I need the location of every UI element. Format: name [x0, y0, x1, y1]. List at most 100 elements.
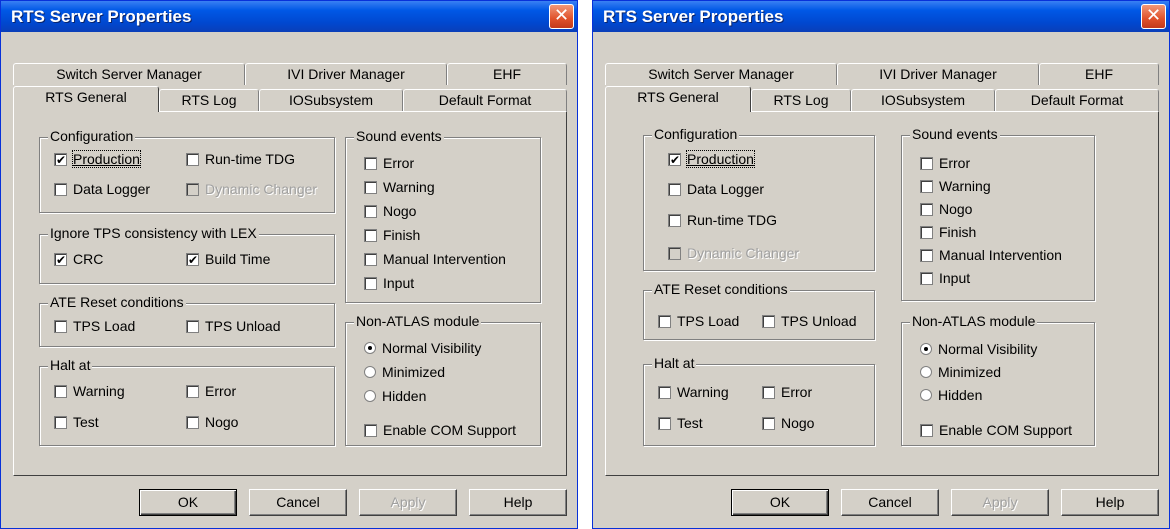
runtime-tdg-checkbox[interactable]: Run-time TDG [668, 211, 777, 229]
halt-test-checkbox[interactable]: Test [658, 414, 703, 432]
cancel-button[interactable]: Cancel [249, 489, 347, 516]
radio-selected-icon [364, 342, 376, 354]
checkbox-icon [658, 386, 671, 399]
sound-error-checkbox[interactable]: Error [920, 154, 970, 172]
tps-unload-checkbox[interactable]: TPS Unload [762, 312, 856, 330]
rts-server-properties-dialog-a: RTS Server Properties ✕ Switch Server Ma… [0, 0, 578, 529]
checkbox-icon [920, 424, 933, 437]
tab-rts-general[interactable]: RTS General [605, 86, 751, 112]
ate-reset-label: ATE Reset conditions [652, 281, 790, 297]
close-icon[interactable]: ✕ [549, 4, 574, 29]
title-bar[interactable]: RTS Server Properties ✕ [1, 1, 577, 32]
dialog-title: RTS Server Properties [603, 7, 784, 26]
halt-warning-checkbox[interactable]: Warning [658, 383, 729, 401]
sound-finish-checkbox[interactable]: Finish [364, 226, 420, 244]
sound-warning-checkbox[interactable]: Warning [920, 177, 991, 195]
dialog-title: RTS Server Properties [11, 7, 192, 26]
crc-checkbox[interactable]: CRC [54, 250, 103, 269]
tab-switch-server-manager[interactable]: Switch Server Manager [13, 63, 245, 85]
sound-error-checkbox[interactable]: Error [364, 154, 414, 172]
data-logger-checkbox[interactable]: Data Logger [54, 180, 150, 198]
tab-ehf[interactable]: EHF [1039, 63, 1159, 85]
help-button[interactable]: Help [469, 489, 567, 516]
checkbox-icon [762, 417, 775, 430]
production-checkbox[interactable]: Production [668, 150, 755, 169]
radio-icon [364, 366, 376, 378]
tps-load-checkbox[interactable]: TPS Load [658, 312, 739, 330]
ok-button[interactable]: OK [139, 489, 237, 516]
sound-input-checkbox[interactable]: Input [920, 269, 970, 287]
tab-ivi-driver-manager[interactable]: IVI Driver Manager [245, 63, 447, 85]
tab-default-format[interactable]: Default Format [403, 89, 567, 111]
tab-ivi-driver-manager[interactable]: IVI Driver Manager [837, 63, 1039, 85]
ignore-tps-group: Ignore TPS consistency with LEX CRC Buil… [39, 225, 335, 284]
configuration-group: Configuration Production Run-time TDG Da… [39, 128, 335, 213]
sound-nogo-checkbox[interactable]: Nogo [364, 202, 416, 220]
halt-at-group: Halt at Warning Error Test Nogo [39, 357, 335, 446]
production-checkbox[interactable]: Production [54, 150, 141, 169]
minimized-radio[interactable]: Minimized [920, 363, 1001, 381]
normal-visibility-radio[interactable]: Normal Visibility [364, 339, 481, 357]
halt-error-checkbox[interactable]: Error [762, 383, 812, 401]
build-time-checkbox[interactable]: Build Time [186, 250, 270, 269]
sound-finish-checkbox[interactable]: Finish [920, 223, 976, 241]
dynamic-changer-checkbox: Dynamic Changer [186, 180, 317, 198]
ok-button[interactable]: OK [731, 489, 829, 516]
configuration-label: Configuration [652, 126, 740, 142]
ate-reset-group: ATE Reset conditions TPS Load TPS Unload [643, 281, 875, 340]
tps-load-checkbox[interactable]: TPS Load [54, 317, 135, 335]
sound-nogo-checkbox[interactable]: Nogo [920, 200, 972, 218]
sound-warning-checkbox[interactable]: Warning [364, 178, 435, 196]
halt-nogo-checkbox[interactable]: Nogo [762, 414, 814, 432]
sound-input-checkbox[interactable]: Input [364, 274, 414, 292]
title-bar[interactable]: RTS Server Properties ✕ [593, 1, 1169, 32]
radio-icon [920, 366, 932, 378]
enable-com-support-checkbox[interactable]: Enable COM Support [920, 421, 1072, 439]
sound-events-group: Sound events Error Warning Nogo Finish M… [345, 128, 541, 303]
close-icon[interactable]: ✕ [1141, 4, 1166, 29]
normal-visibility-radio[interactable]: Normal Visibility [920, 340, 1037, 358]
enable-com-support-checkbox[interactable]: Enable COM Support [364, 421, 516, 439]
sound-events-label: Sound events [910, 126, 1000, 142]
halt-error-checkbox[interactable]: Error [186, 382, 236, 400]
checkbox-icon [364, 277, 377, 290]
sound-manual-intervention-checkbox[interactable]: Manual Intervention [920, 246, 1062, 264]
tab-row-top: Switch Server Manager IVI Driver Manager… [13, 63, 569, 85]
tab-default-format[interactable]: Default Format [995, 89, 1159, 111]
data-logger-checkbox[interactable]: Data Logger [668, 180, 764, 198]
tab-row-top: Switch Server Manager IVI Driver Manager… [605, 63, 1161, 85]
configuration-group: Configuration Production Data Logger Run… [643, 126, 875, 271]
runtime-tdg-checkbox[interactable]: Run-time TDG [186, 150, 295, 168]
radio-selected-icon [920, 343, 932, 355]
checkbox-icon [364, 205, 377, 218]
sound-manual-intervention-checkbox[interactable]: Manual Intervention [364, 250, 506, 268]
tab-switch-server-manager[interactable]: Switch Server Manager [605, 63, 837, 85]
dynamic-changer-checkbox: Dynamic Changer [668, 244, 799, 262]
halt-nogo-checkbox[interactable]: Nogo [186, 413, 238, 431]
halt-warning-checkbox[interactable]: Warning [54, 382, 125, 400]
checkbox-icon [920, 180, 933, 193]
apply-button: Apply [951, 489, 1049, 516]
tab-rts-log[interactable]: RTS Log [751, 89, 851, 111]
cancel-button[interactable]: Cancel [841, 489, 939, 516]
sound-events-label: Sound events [354, 128, 444, 144]
checkbox-icon [920, 226, 933, 239]
checkbox-icon [364, 253, 377, 266]
checkbox-disabled-icon [668, 247, 681, 260]
checkbox-icon [54, 320, 67, 333]
rts-server-properties-dialog-b: RTS Server Properties ✕ Switch Server Ma… [592, 0, 1170, 529]
tab-iosubsystem[interactable]: IOSubsystem [851, 89, 995, 111]
tab-iosubsystem[interactable]: IOSubsystem [259, 89, 403, 111]
minimized-radio[interactable]: Minimized [364, 363, 445, 381]
tab-rts-log[interactable]: RTS Log [159, 89, 259, 111]
hidden-radio[interactable]: Hidden [920, 386, 982, 404]
help-button[interactable]: Help [1061, 489, 1159, 516]
halt-test-checkbox[interactable]: Test [54, 413, 99, 431]
checkbox-checked-icon [186, 251, 199, 269]
hidden-radio[interactable]: Hidden [364, 387, 426, 405]
checkbox-icon [920, 157, 933, 170]
tab-ehf[interactable]: EHF [447, 63, 567, 85]
tab-rts-general[interactable]: RTS General [13, 86, 159, 112]
radio-icon [364, 390, 376, 402]
tps-unload-checkbox[interactable]: TPS Unload [186, 317, 280, 335]
